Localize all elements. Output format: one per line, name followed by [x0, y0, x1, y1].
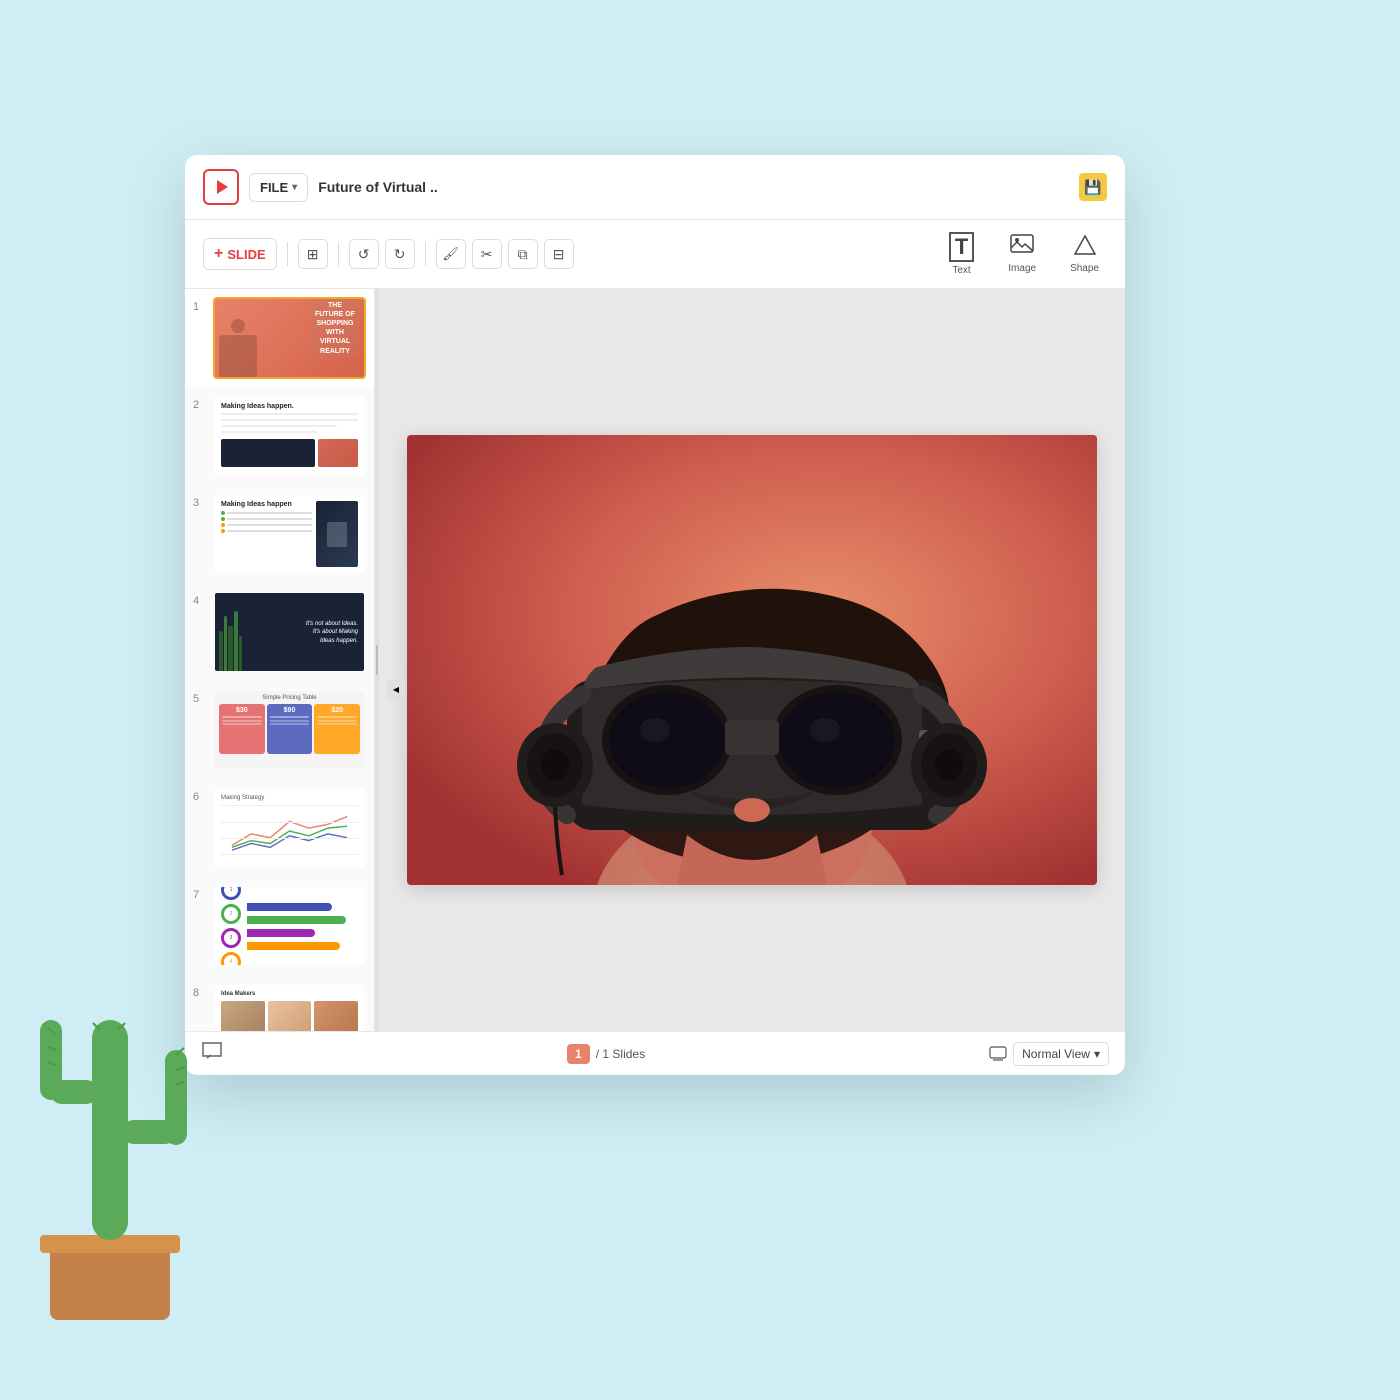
- plus-icon: +: [214, 245, 223, 263]
- vr-scene-svg: [407, 435, 1097, 885]
- chat-icon[interactable]: [201, 1041, 223, 1066]
- canvas-area: [379, 289, 1125, 1031]
- slide-item-4[interactable]: 4 It's not about Ideas.It's about Making…: [185, 583, 374, 681]
- cactus-svg: [20, 940, 200, 1320]
- redo-button[interactable]: ↻: [385, 239, 415, 269]
- slide-item-8[interactable]: 8 Idea Makers: [185, 975, 374, 1031]
- slide-thumb-6: Making Strategy: [213, 787, 366, 869]
- undo-button[interactable]: ↺: [349, 239, 379, 269]
- slide-number-6: 6: [193, 791, 207, 803]
- paste-button[interactable]: ⊟: [544, 239, 574, 269]
- image-label: Image: [1008, 263, 1036, 274]
- toolbar-separator-3: [425, 242, 426, 266]
- toolbar-right: T Text Image Shape: [941, 228, 1107, 280]
- text-tool[interactable]: T Text: [941, 228, 982, 280]
- document-title: Future of Virtual ..: [318, 179, 1069, 195]
- view-icon: [989, 1046, 1007, 1062]
- play-icon: [217, 180, 228, 194]
- side-panel-controls: ◀: [387, 680, 405, 698]
- text-icon: T: [949, 232, 974, 262]
- slide-thumb-1: THE FUTURE OFSHOPPING WITHVIRTUAL REALIT…: [213, 297, 366, 379]
- header-bar: FILE ▾ Future of Virtual .. 💾: [185, 155, 1125, 220]
- cactus-decoration: [0, 900, 200, 1320]
- slide-item-2[interactable]: 2 Making Ideas happen.: [185, 387, 374, 485]
- add-slide-button[interactable]: + SLIDE: [203, 238, 277, 270]
- image-tool[interactable]: Image: [1000, 230, 1044, 278]
- view-chevron-icon: ▾: [1094, 1047, 1100, 1061]
- slide-background-image: [407, 435, 1097, 885]
- slide-count: / 1 Slides: [596, 1047, 645, 1061]
- slide-thumb-8: Idea Makers: [213, 983, 366, 1031]
- toolbar: + SLIDE ⊞ ↺ ↻ 🖌 ✂ ⧉ ⊟ T Text Image: [185, 220, 1125, 289]
- slide-panel: 1 THE FUTURE OFSHOPPING WITHVIRTUAL REAL…: [185, 289, 375, 1031]
- play-button[interactable]: [203, 169, 239, 205]
- toolbar-separator-2: [338, 242, 339, 266]
- shape-label: Shape: [1070, 263, 1099, 274]
- add-slide-label: SLIDE: [227, 247, 265, 262]
- toolbar-separator: [287, 242, 288, 266]
- slide-number-2: 2: [193, 399, 207, 411]
- slide-item-1[interactable]: 1 THE FUTURE OFSHOPPING WITHVIRTUAL REAL…: [185, 289, 374, 387]
- slide-number-4: 4: [193, 595, 207, 607]
- slide-thumb-5: Simple Pricing Table $30 $90: [213, 689, 366, 771]
- main-slide-canvas[interactable]: [407, 435, 1097, 885]
- file-menu-button[interactable]: FILE ▾: [249, 173, 308, 202]
- view-mode-button[interactable]: Normal View ▾: [1013, 1042, 1109, 1066]
- content-area: 1 THE FUTURE OFSHOPPING WITHVIRTUAL REAL…: [185, 289, 1125, 1031]
- text-label: Text: [952, 265, 970, 276]
- slide-thumb-2: Making Ideas happen.: [213, 395, 366, 477]
- file-label: FILE: [260, 180, 288, 195]
- current-slide-number: 1: [567, 1044, 590, 1064]
- slide-item-5[interactable]: 5 Simple Pricing Table $30: [185, 681, 374, 779]
- slide-thumb-4: It's not about Ideas.It's about MakingId…: [213, 591, 366, 673]
- view-label: Normal View: [1022, 1047, 1090, 1061]
- slide-item-7[interactable]: 7 1 2 3 4: [185, 877, 374, 975]
- cut-button[interactable]: ✂: [472, 239, 502, 269]
- bottom-bar: 1 / 1 Slides Normal View ▾: [185, 1031, 1125, 1075]
- slide-item-6[interactable]: 6 Making Strategy: [185, 779, 374, 877]
- slide-thumb-7: 1 2 3 4: [213, 885, 366, 967]
- image-icon: [1010, 234, 1034, 260]
- slide-number-5: 5: [193, 693, 207, 705]
- shape-tool[interactable]: Shape: [1062, 230, 1107, 278]
- app-window: FILE ▾ Future of Virtual .. 💾 + SLIDE ⊞ …: [185, 155, 1125, 1075]
- save-button[interactable]: 💾: [1079, 173, 1107, 201]
- panel-resize-divider[interactable]: [375, 289, 379, 1031]
- slide-number-display: 1 / 1 Slides: [567, 1044, 645, 1064]
- slide-number-1: 1: [193, 301, 207, 313]
- slide-number-3: 3: [193, 497, 207, 509]
- copy-button[interactable]: ⧉: [508, 239, 538, 269]
- shape-icon: [1073, 234, 1097, 260]
- collapse-panel-icon[interactable]: ◀: [387, 680, 405, 698]
- chevron-down-icon: ▾: [292, 182, 297, 193]
- format-paint-button[interactable]: 🖌: [436, 239, 466, 269]
- slide-thumb-3: Making Ideas happen: [213, 493, 366, 575]
- layout-button[interactable]: ⊞: [298, 239, 328, 269]
- slide-item-3[interactable]: 3 Making Ideas happen: [185, 485, 374, 583]
